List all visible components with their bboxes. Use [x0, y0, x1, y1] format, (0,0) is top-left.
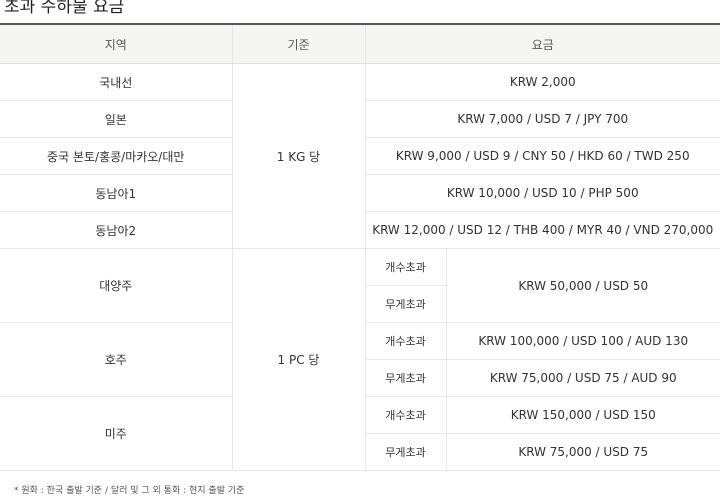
- count-excess-label: 개수초과: [364, 248, 446, 286]
- fee-cell: KRW 50,000 / USD 50: [445, 248, 720, 323]
- weight-excess-label: 무게초과: [364, 359, 446, 397]
- fee-cell: KRW 12,000 / USD 12 / THB 400 / MYR 40 /…: [364, 211, 720, 249]
- count-excess-label: 개수초과: [364, 322, 446, 360]
- page-title: 초과 수하물 요금: [4, 0, 125, 17]
- table-row: 대양주 1 PC 당 개수초과 KRW 50,000 / USD 50: [0, 248, 720, 471]
- fee-cell: KRW 9,000 / USD 9 / CNY 50 / HKD 60 / TW…: [364, 137, 720, 175]
- fee-cell: KRW 75,000 / USD 75 / AUD 90: [445, 359, 720, 397]
- fee-cell: KRW 2,000: [364, 63, 720, 101]
- fee-cell: KRW 10,000 / USD 10 / PHP 500: [364, 174, 720, 212]
- region-cell: 동남아2: [0, 211, 232, 249]
- fee-cell: KRW 75,000 / USD 75: [445, 433, 720, 471]
- region-cell: 일본: [0, 100, 232, 138]
- header-region: 지역: [0, 23, 232, 64]
- region-cell: 동남아1: [0, 174, 232, 212]
- region-cell: 국내선: [0, 63, 232, 101]
- table-row: 국내선 1 KG 당 KRW 2,000: [0, 63, 720, 249]
- weight-excess-label: 무게초과: [364, 285, 446, 323]
- region-cell: 중국 본토/홍콩/마카오/대만: [0, 137, 232, 175]
- header-fee: 요금: [364, 23, 720, 64]
- region-cell: 미주: [0, 396, 232, 471]
- excess-baggage-fee-table: 지역 기준 요금 국내선 1 KG 당 KRW 2,000 일본 KRW 7,0…: [0, 23, 720, 471]
- region-cell: 대양주: [0, 248, 232, 323]
- basis-cell-pc: 1 PC 당: [231, 248, 365, 471]
- weight-excess-label: 무게초과: [364, 433, 446, 471]
- region-cell: 호주: [0, 322, 232, 397]
- fee-cell: KRW 150,000 / USD 150: [445, 396, 720, 434]
- count-excess-label: 개수초과: [364, 396, 446, 434]
- basis-cell-kg: 1 KG 당: [231, 63, 365, 249]
- currency-footnote: * 원화 : 한국 출발 기준 / 달러 및 그 외 통화 : 현지 출발 기준: [14, 486, 245, 496]
- fee-cell: KRW 7,000 / USD 7 / JPY 700: [364, 100, 720, 138]
- table-header-row: 지역 기준 요금: [0, 23, 720, 64]
- header-basis: 기준: [231, 23, 365, 64]
- fee-cell: KRW 100,000 / USD 100 / AUD 130: [445, 322, 720, 360]
